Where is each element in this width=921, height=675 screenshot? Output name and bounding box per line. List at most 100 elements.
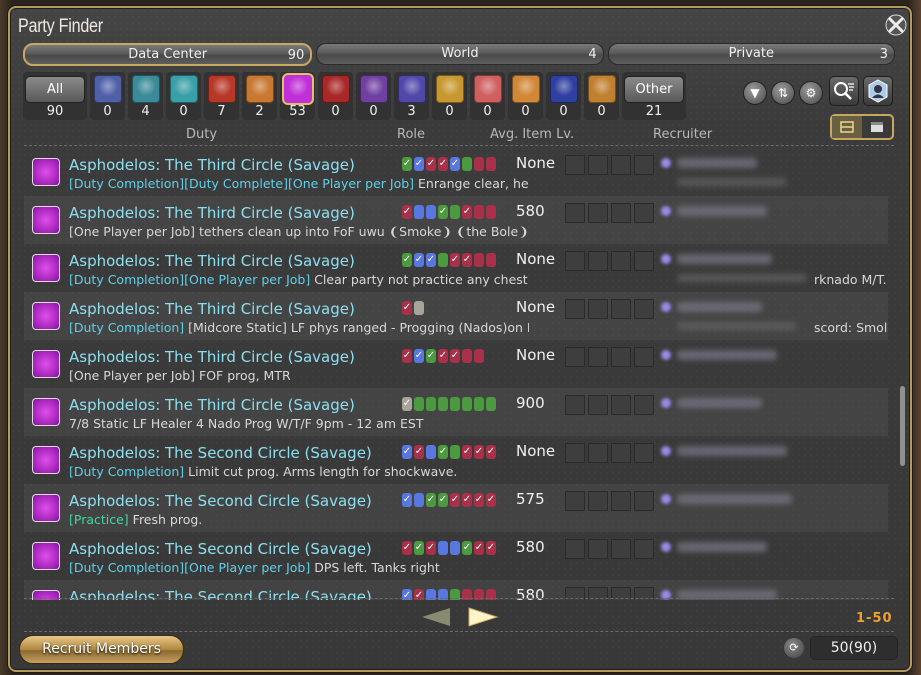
description-text: [Midcore Static] LF phys ranged - Proggi… [188,320,529,335]
category-high-end-duty[interactable]: 53 [280,72,315,120]
recruiter-name-blurred [677,494,792,504]
tab-private[interactable]: Private 3 [607,43,895,65]
listing-row[interactable]: Asphodelos: The Third Circle (Savage) [O… [24,340,888,388]
savage-mask-icon [32,446,60,474]
category-duty-roulette[interactable]: 0 [90,72,125,120]
category-dungeons[interactable]: 4 [128,72,163,120]
listing-tag: [Duty Completion][One Player per Job] [69,272,311,287]
recruiter-info [661,394,821,430]
player-search-button[interactable] [863,76,893,106]
listing-row[interactable]: Asphodelos: The Third Circle (Savage) [D… [24,148,888,196]
recruit-members-button[interactable]: Recruit Members [19,635,184,664]
category-gathering-forays[interactable]: 0 [508,72,543,120]
scrollbar[interactable] [900,386,905,466]
empty-slot [634,203,654,223]
job-icon-slots [565,155,654,175]
category-treasure-hunt[interactable]: 0 [432,72,467,120]
search-button[interactable] [829,76,859,106]
sort-icon: ⇅ [777,86,789,100]
divider [24,598,894,599]
blurred-text [677,178,787,186]
open-role-slot [414,397,424,411]
category-count: 90 [46,104,64,119]
open-role-slot [474,397,484,411]
column-header-duty[interactable]: Duty [186,127,217,142]
category-the-hunt[interactable]: 0 [470,72,505,120]
listing-description: [Duty Completion][One Player per Job] DP… [69,560,529,575]
settings-button[interactable]: ⚙ [799,81,823,105]
sun-burst-icon [587,75,616,103]
prev-page-button[interactable] [420,606,452,632]
category-fates[interactable]: 3 [394,72,429,120]
duty-name: Asphodelos: The Third Circle (Savage) [69,252,355,270]
empty-slot [634,443,654,463]
job-icon-slots [565,491,654,511]
listing-row[interactable]: Asphodelos: The Third Circle (Savage) 7/… [24,388,888,436]
listing-row[interactable]: Asphodelos: The Third Circle (Savage) [D… [24,292,888,340]
column-header-ilvl[interactable]: Avg. Item Lv. [490,127,574,142]
arch-icon [131,75,160,103]
filled-role-slot: ✓ [474,445,484,459]
funnel-icon: ▼ [750,86,760,100]
job-icon-slots [565,395,654,415]
listing-row[interactable]: Asphodelos: The Second Circle (Savage) [… [24,436,888,484]
tab-count: 90 [287,48,305,63]
listing-row[interactable]: Asphodelos: The Second Circle (Savage) ✓… [24,580,888,600]
category-count: 2 [255,104,264,119]
role-slots: ✓ [402,301,424,315]
listing-row[interactable]: Asphodelos: The Second Circle (Savage) [… [24,532,888,580]
category-quest-battles[interactable]: 0 [356,72,391,120]
close-button[interactable] [884,13,908,37]
recruiter-name-blurred [677,254,772,264]
crossed-swords-icon [321,75,350,103]
duty-name: Asphodelos: The Second Circle (Savage) [69,540,372,558]
category-field-operations[interactable]: 0 [584,72,619,120]
empty-slot [565,395,585,415]
tab-data-center[interactable]: Data Center 90 [23,43,313,66]
filter-button[interactable]: ▼ [743,81,767,105]
empty-slot [565,347,585,367]
compact-view-button[interactable] [862,116,892,138]
tab-label: World [441,46,479,61]
category-count: 0 [103,104,112,119]
description-text: Clear party not practice any chest M/T N… [314,272,529,287]
category-count: 21 [645,104,663,119]
category-all[interactable]: All 90 [23,72,87,120]
category-other[interactable]: Other 21 [622,72,686,120]
category-trials[interactable]: 7 [204,72,239,120]
sort-button[interactable]: ⇅ [771,81,795,105]
blurred-text [677,322,797,330]
detailed-view-button[interactable] [832,116,862,138]
empty-slot [588,347,608,367]
savage-mask-icon [32,206,60,234]
category-deep-dungeons[interactable]: 0 [546,72,581,120]
category-count: 4 [141,104,150,119]
tab-world[interactable]: World 4 [316,43,604,65]
empty-slot [611,443,631,463]
savage-mask-icon [32,158,60,186]
column-header-recruiter[interactable]: Recruiter [653,127,712,142]
savage-mask-icon [32,254,60,282]
category-pvp[interactable]: 0 [318,72,353,120]
recruiter-info [661,346,821,382]
job-icon-slots [565,299,654,319]
column-header-role[interactable]: Role [397,127,425,142]
job-icon-slots [565,203,654,223]
filled-role-slot: ✓ [402,301,412,315]
empty-slot [565,155,585,175]
listing-row[interactable]: Asphodelos: The Second Circle (Savage) [… [24,484,888,532]
listing-tag: [Duty Completion] [69,320,185,335]
listing-row[interactable]: Asphodelos: The Third Circle (Savage) [O… [24,196,888,244]
category-count: 53 [289,104,306,119]
refresh-button[interactable]: ⟳ [784,638,804,658]
open-role-slot [486,205,496,219]
category-guildhests[interactable]: 0 [166,72,201,120]
filled-role-slot: ✓ [402,445,412,459]
category-raids[interactable]: 2 [242,72,277,120]
filled-role-slot: ✓ [438,205,448,219]
listing-row[interactable]: Asphodelos: The Third Circle (Savage) [D… [24,244,888,292]
next-page-button[interactable] [467,606,499,632]
fish-icon [511,75,540,103]
job-icon-slots [565,251,654,271]
listing-tag: [Duty Completion] [69,464,185,479]
